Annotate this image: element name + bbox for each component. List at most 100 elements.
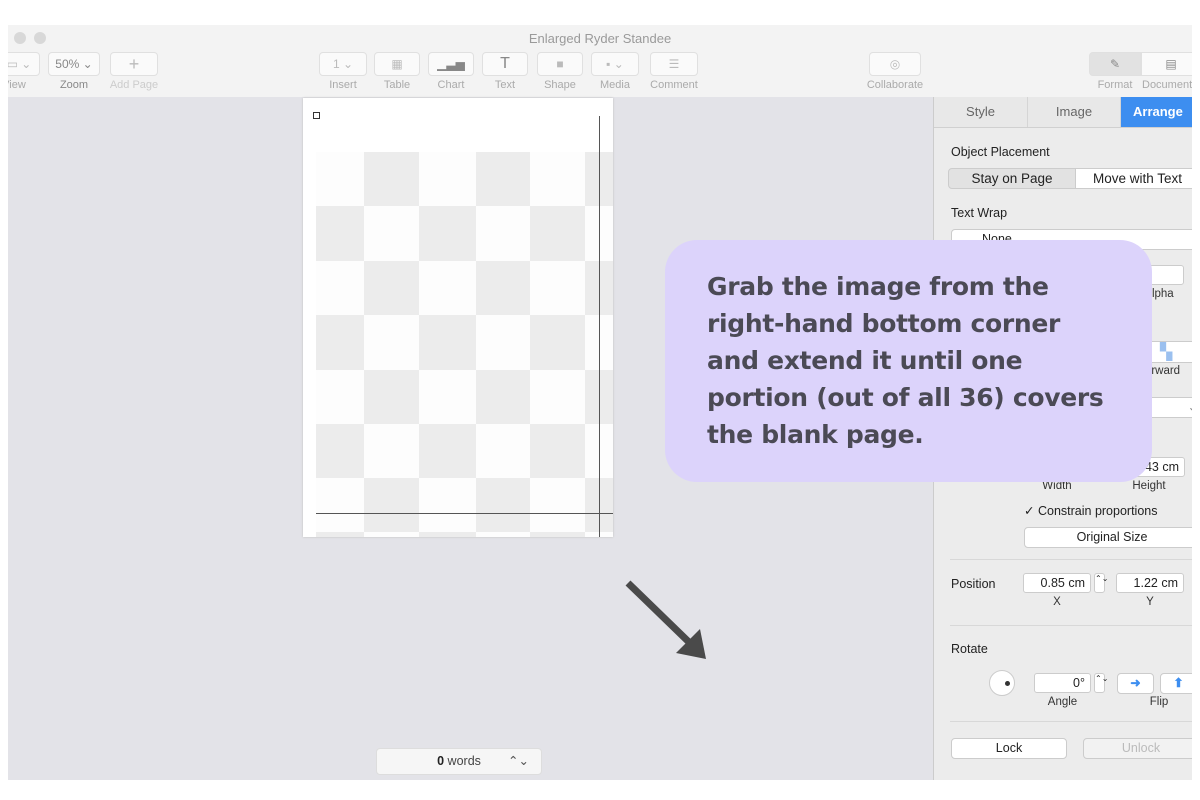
word-count-button[interactable]: 0 words ⌃⌄ [376, 748, 542, 775]
position-heading: Position [951, 577, 996, 591]
angle-label: Angle [1047, 696, 1078, 708]
arrow-up-icon: ⬆ [1173, 676, 1184, 690]
checker-square [476, 370, 530, 424]
constrain-proportions-checkbox[interactable]: ✓ Constrain proportions [1024, 503, 1157, 518]
collaborate-icon: ◎ [889, 57, 901, 71]
chart-label: Chart [437, 79, 465, 91]
position-x-stepper[interactable]: ⌃⌄ [1094, 573, 1108, 593]
chevron-updown-icon: ⌃⌄ [508, 754, 529, 768]
shape-button[interactable]: ■ [537, 52, 583, 76]
checker-square [476, 261, 530, 315]
checker-square [316, 424, 364, 478]
rotate-dial[interactable] [989, 670, 1015, 696]
insert-icon: 1 [332, 57, 340, 71]
checker-square [364, 424, 419, 478]
checker-square [316, 315, 364, 370]
checker-square [419, 315, 476, 370]
checker-square [530, 532, 585, 537]
zoom-value: 50% [55, 57, 80, 71]
position-y-field[interactable]: 1.22 cm [1116, 573, 1184, 593]
checker-square [530, 424, 585, 478]
add-page-button[interactable]: + [110, 52, 158, 76]
checker-square [419, 261, 476, 315]
checker-square [364, 532, 419, 537]
angle-field[interactable]: 0° [1034, 673, 1091, 693]
checker-square [476, 206, 530, 261]
stay-on-page-button[interactable]: Stay on Page [948, 168, 1076, 189]
zoom-select[interactable]: 50% ⌄ [48, 52, 100, 76]
media-label: Media [600, 79, 630, 91]
unlock-button[interactable]: Unlock [1083, 738, 1192, 759]
table-label: Table [383, 79, 411, 91]
tab-style[interactable]: Style [934, 97, 1028, 127]
text-button[interactable]: T [482, 52, 528, 76]
format-button[interactable]: ✎ [1089, 52, 1141, 76]
chart-icon: ▁▃▅ [437, 57, 465, 71]
text-wrap-heading: Text Wrap [951, 206, 1008, 220]
collaborate-button[interactable]: ◎ [869, 52, 921, 76]
constrain-label: Constrain proportions [1037, 504, 1158, 518]
word-count-value: 0 [437, 754, 445, 768]
checker-square [316, 478, 364, 532]
document-page[interactable] [303, 98, 613, 537]
callout-line: and extend it until one [707, 346, 1023, 375]
height-label: Height [1132, 480, 1166, 492]
text-icon: T [500, 55, 510, 72]
move-with-text-button[interactable]: Move with Text [1075, 168, 1192, 189]
checker-square [364, 152, 419, 206]
angle-stepper[interactable]: ⌃⌄ [1094, 673, 1108, 693]
callout-line: Grab the image from the [707, 272, 1049, 301]
checkerboard-image[interactable] [303, 98, 613, 537]
callout-line: portion (out of all 36) covers [707, 383, 1104, 412]
insert-label: Insert [329, 79, 357, 91]
table-button[interactable]: ▦ [374, 52, 420, 76]
checker-square [476, 424, 530, 478]
checker-square [364, 478, 419, 532]
checker-square [364, 315, 419, 370]
chart-button[interactable]: ▁▃▅ [428, 52, 474, 76]
arrow-icon [625, 580, 706, 659]
original-size-button[interactable]: Original Size [1024, 527, 1192, 548]
checker-square [530, 206, 585, 261]
lock-button[interactable]: Lock [951, 738, 1067, 759]
guide-line-vertical [599, 116, 600, 537]
checker-square [364, 261, 419, 315]
checker-square [419, 532, 476, 537]
flip-horizontal-button[interactable]: ➜ [1117, 673, 1154, 694]
position-x-field[interactable]: 0.85 cm [1023, 573, 1091, 593]
object-placement-heading: Object Placement [951, 145, 1050, 159]
checker-square [476, 152, 530, 206]
callout-line: right-hand bottom corner [707, 309, 1061, 338]
checker-square [316, 206, 364, 261]
x-label: X [1053, 596, 1061, 608]
checker-square [419, 206, 476, 261]
document-icon: ▤ [1165, 57, 1177, 71]
checkmark-icon: ✓ [1024, 504, 1035, 518]
document-button[interactable]: ▤ [1141, 52, 1192, 76]
comment-label: Comment [650, 79, 698, 91]
y-label: Y [1146, 596, 1154, 608]
arrow-right-icon: ➜ [1130, 676, 1141, 690]
add-page-label: Add Page [109, 79, 159, 91]
view-button[interactable]: ▭ ⌄ [8, 52, 40, 76]
checker-square [530, 370, 585, 424]
window-title: Enlarged Ryder Standee [528, 31, 672, 46]
document-label: Document [1142, 79, 1192, 91]
insert-button[interactable]: 1 ⌄ [319, 52, 367, 76]
checker-square [419, 424, 476, 478]
media-icon: ▪ [606, 57, 611, 71]
checker-square [419, 152, 476, 206]
comment-button[interactable]: ☰ [650, 52, 698, 76]
checker-square [476, 532, 530, 537]
checker-square [419, 370, 476, 424]
word-count-label: words [447, 754, 481, 768]
checker-square [419, 478, 476, 532]
collaborate-label: Collaborate [866, 79, 924, 91]
checker-square [530, 478, 585, 532]
tab-image[interactable]: Image [1028, 97, 1121, 127]
tab-arrange[interactable]: Arrange [1121, 97, 1192, 127]
checker-square [316, 532, 364, 537]
flip-vertical-button[interactable]: ⬆ [1160, 673, 1192, 694]
instruction-callout: Grab the image from the right-hand botto… [665, 240, 1152, 482]
media-button[interactable]: ▪ ⌄ [591, 52, 639, 76]
